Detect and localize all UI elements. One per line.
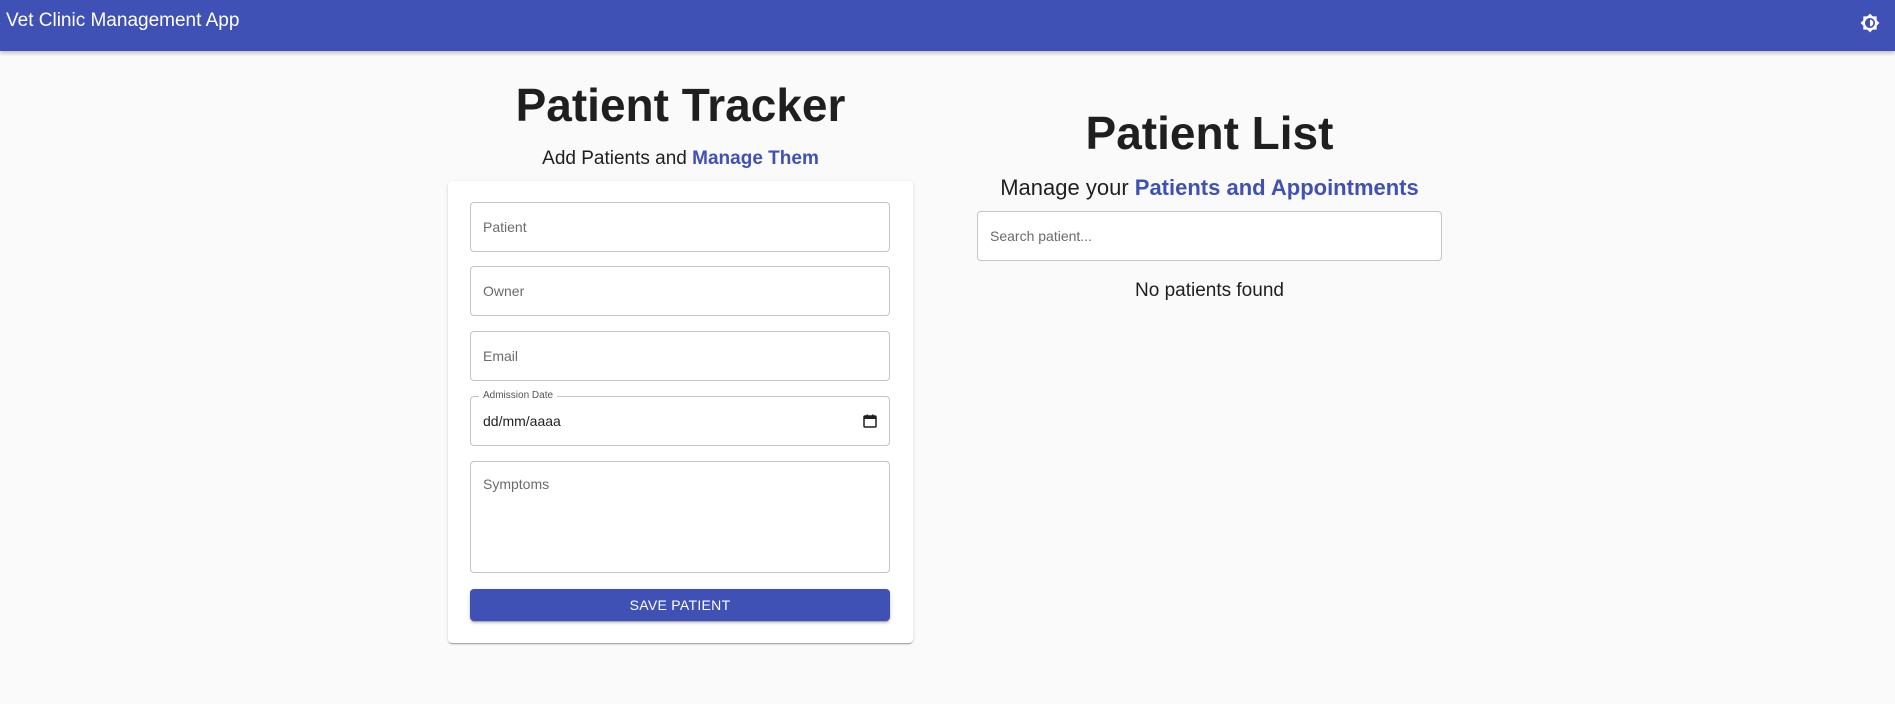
patient-form-card: Admission Date dd/mm/aaaa SAVE PATIENT	[448, 181, 913, 643]
owner-field	[470, 266, 890, 316]
email-field	[470, 331, 890, 381]
list-subtitle: Manage your Patients and Appointments	[977, 175, 1442, 201]
owner-input[interactable]	[471, 267, 889, 315]
form-subtitle-accent: Manage Them	[692, 148, 819, 169]
email-input[interactable]	[471, 332, 889, 380]
list-subtitle-prefix: Manage your	[1000, 175, 1135, 200]
admission-date-field[interactable]: Admission Date dd/mm/aaaa	[470, 390, 890, 446]
form-subtitle-prefix: Add Patients and	[542, 148, 693, 169]
patient-field	[470, 202, 890, 252]
list-heading: Patient List	[1085, 107, 1334, 159]
search-input[interactable]	[978, 212, 1441, 260]
symptoms-field	[470, 461, 890, 573]
app-bar: Vet Clinic Management App	[0, 0, 1895, 51]
theme-toggle-button[interactable]	[1855, 8, 1885, 38]
admission-date-value[interactable]: dd/mm/aaaa	[483, 413, 561, 430]
admission-date-label: Admission Date	[479, 390, 558, 402]
search-field	[977, 211, 1442, 261]
form-subtitle: Add Patients and Manage Them	[448, 148, 913, 170]
app-title: Vet Clinic Management App	[6, 10, 240, 31]
form-heading: Patient Tracker	[515, 79, 846, 131]
brightness-icon	[1860, 13, 1880, 33]
list-subtitle-accent: Patients and Appointments	[1134, 175, 1419, 200]
patient-input[interactable]	[471, 203, 889, 251]
symptoms-textarea[interactable]	[471, 462, 889, 570]
calendar-icon[interactable]	[863, 414, 877, 428]
save-patient-button[interactable]: SAVE PATIENT	[470, 589, 890, 621]
empty-state-message: No patients found	[1135, 280, 1284, 301]
